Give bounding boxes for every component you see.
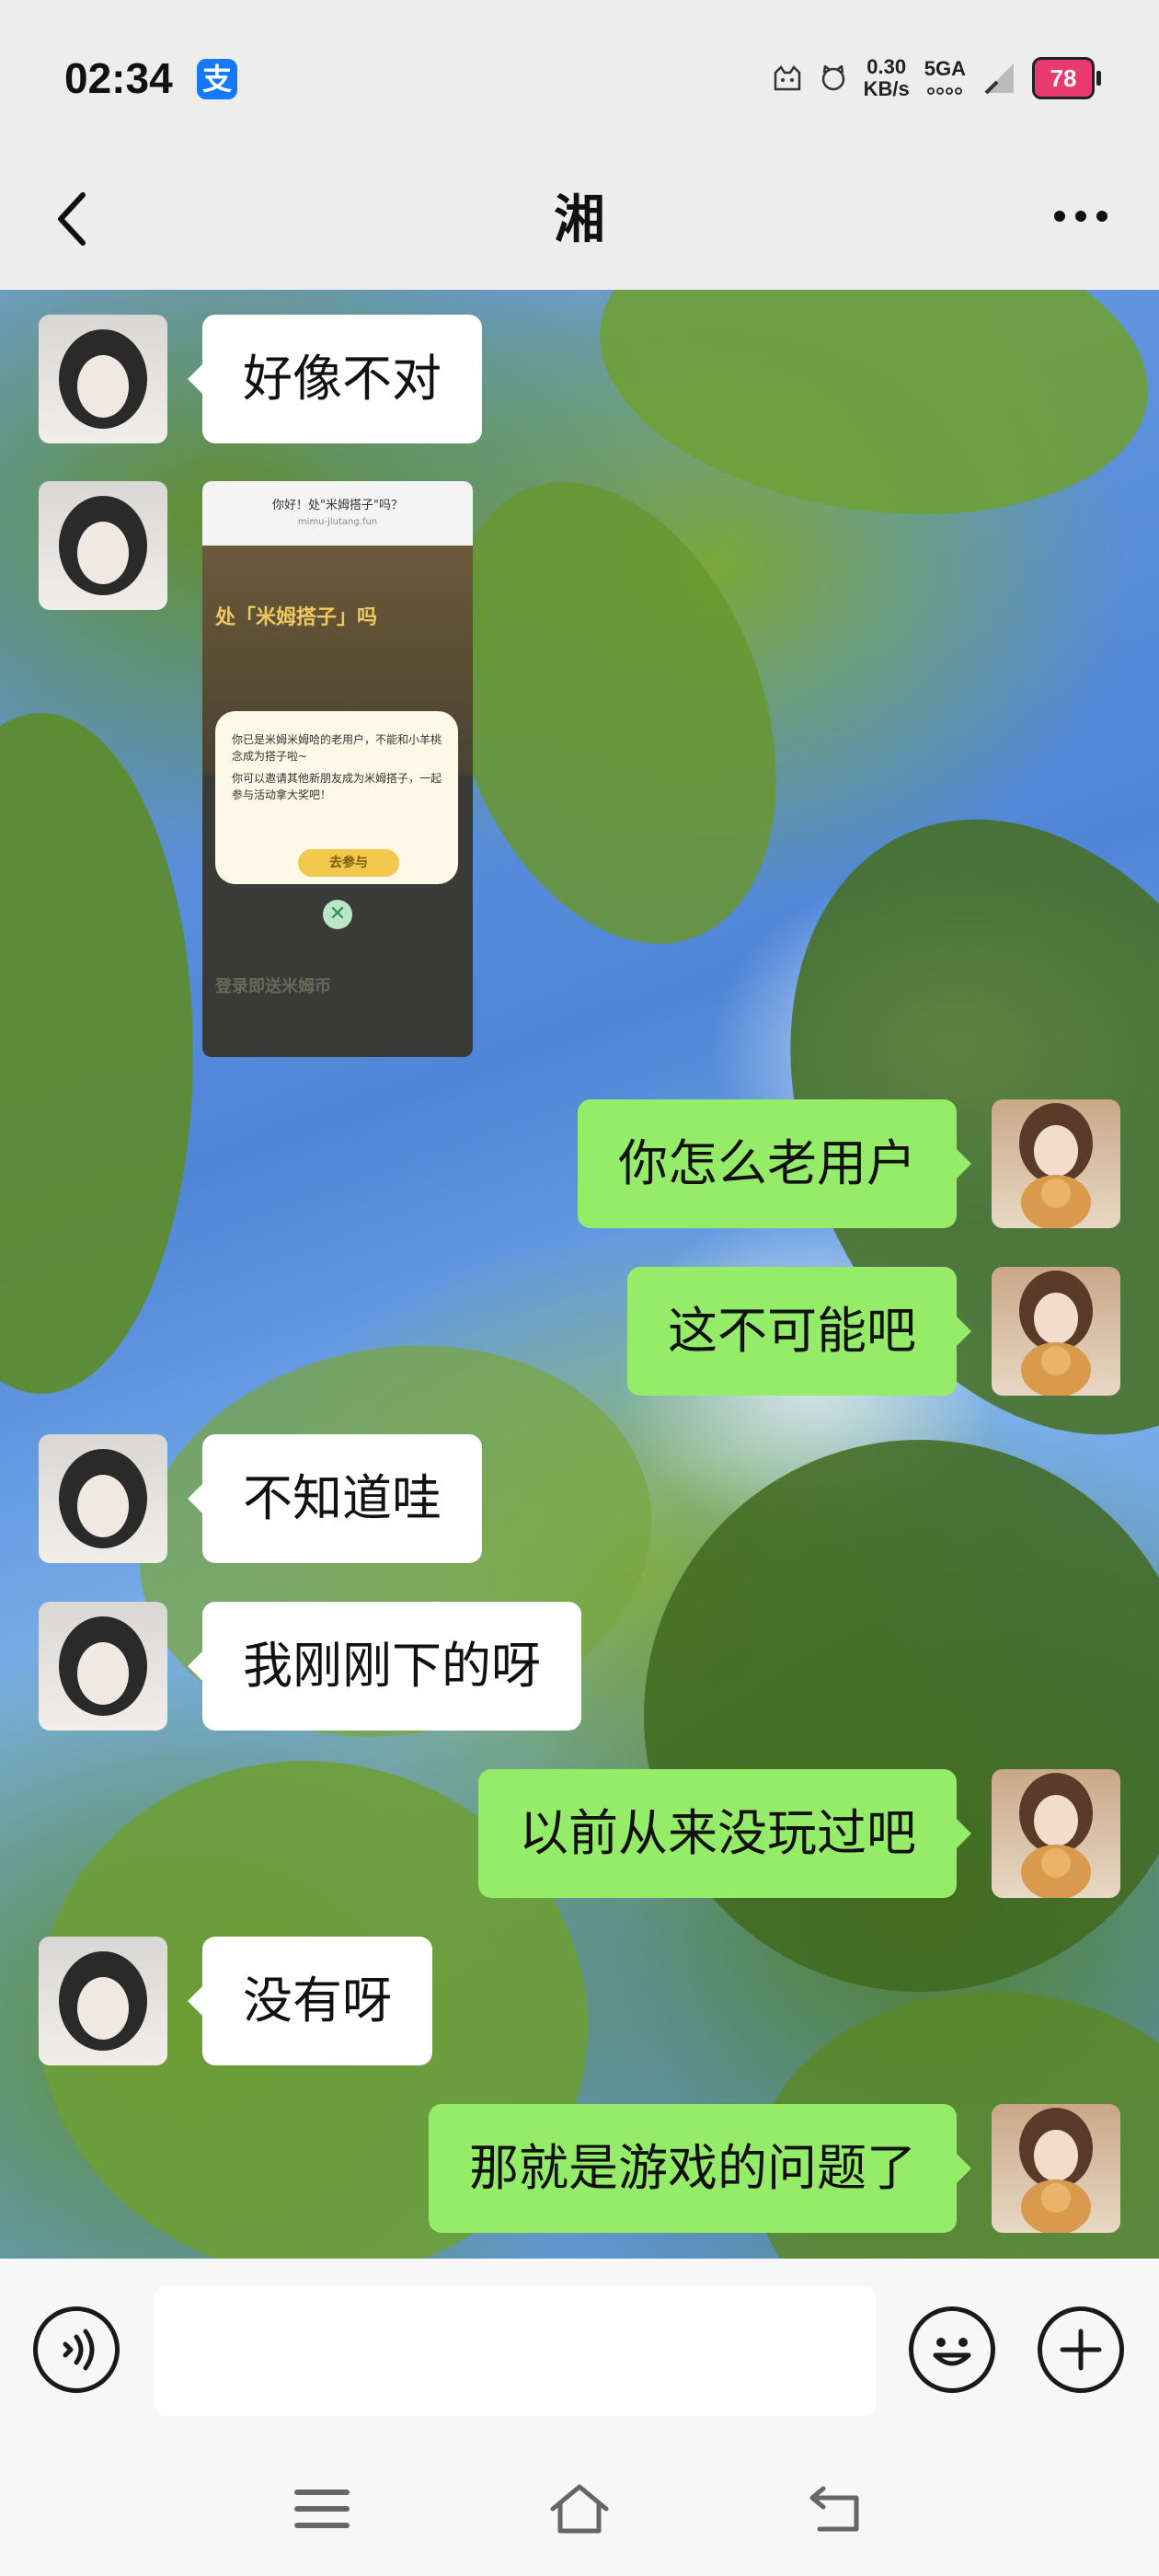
- message-bubble-incoming[interactable]: 我刚刚下的呀: [188, 1602, 581, 1731]
- screenshot-dialog: 你已是米姆米姆哈的老用户，不能和小羊桃念成为搭子啦~ 你可以邀请其他新朋友成为米…: [215, 711, 458, 884]
- network-speed: 0.30 KB/s: [864, 56, 910, 100]
- menu-icon[interactable]: [290, 2479, 354, 2538]
- message-row: 那就是游戏的问题了: [0, 2104, 1159, 2233]
- input-bar: [0, 2259, 1159, 2443]
- screenshot-dialog-line2: 你可以邀请其他新朋友成为米姆搭子，一起参与活动拿大奖吧！: [232, 772, 442, 801]
- message-bubble-incoming[interactable]: 不知道哇: [188, 1434, 482, 1563]
- status-right-group: 0.30 KB/s 5GA 78: [772, 51, 1101, 106]
- message-row: 你好！处"米姆搭子"吗？ mimu-jiutang.fun 处「米姆搭子」吗 你…: [0, 290, 1159, 1118]
- status-time: 02:34: [64, 54, 173, 102]
- more-options-icon[interactable]: [1049, 193, 1113, 239]
- signal-group: 5GA: [924, 58, 966, 98]
- message-row: 不知道哇: [0, 1434, 1159, 1563]
- screenshot-join-button: 去参与: [298, 849, 399, 877]
- screenshot-bottom-text: 登录即送米姆币: [215, 977, 331, 996]
- self-avatar[interactable]: [992, 1267, 1120, 1396]
- self-avatar[interactable]: [992, 2104, 1120, 2233]
- message-bubble-outgoing[interactable]: 那就是游戏的问题了: [429, 2104, 971, 2233]
- screenshot-top-title: 你好！处"米姆搭子"吗？: [272, 499, 403, 512]
- network-speed-value: 0.30: [866, 55, 907, 78]
- message-input[interactable]: [155, 2287, 876, 2416]
- contact-avatar[interactable]: [39, 1937, 167, 2065]
- screenshot-dialog-line1: 你已是米姆米姆哈的老用户，不能和小羊桃念成为搭子啦~: [232, 733, 442, 763]
- screenshot-topbar: 你好！处"米姆搭子"吗？ mimu-jiutang.fun: [202, 481, 473, 549]
- message-bubble-outgoing[interactable]: 这不可能吧: [627, 1267, 971, 1396]
- message-bubble-incoming[interactable]: 没有呀: [188, 1937, 432, 2065]
- screenshot-top-url: mimu-jiutang.fun: [297, 517, 378, 527]
- self-avatar[interactable]: [992, 1769, 1120, 1898]
- signal-label: 5GA: [924, 57, 966, 80]
- message-bubble-outgoing[interactable]: 以前从来没玩过吧: [478, 1769, 971, 1898]
- message-bubble-outgoing[interactable]: 你怎么老用户: [578, 1099, 971, 1228]
- chat-header: 湘: [0, 156, 1159, 290]
- contact-avatar[interactable]: [39, 1434, 167, 1563]
- status-bar: 02:34 支 0.30 KB/s 5GA 78: [0, 0, 1159, 156]
- cat-notification-icon: [774, 65, 800, 91]
- battery-icon: 78: [1032, 57, 1101, 99]
- message-row: 没有呀: [0, 1937, 1159, 2065]
- cat-face-icon: [821, 65, 844, 91]
- message-row: 以前从来没玩过吧: [0, 1769, 1159, 1898]
- voice-input-icon[interactable]: [33, 2306, 120, 2393]
- plus-icon[interactable]: [1038, 2306, 1124, 2393]
- screenshot-close-icon: ✕: [323, 900, 352, 929]
- alipay-icon: 支: [197, 59, 237, 99]
- signal-strength-icon: [984, 63, 1014, 95]
- contact-avatar[interactable]: [39, 1602, 167, 1731]
- message-row: 你怎么老用户: [0, 1099, 1159, 1228]
- contact-avatar[interactable]: [39, 481, 167, 610]
- message-row: 这不可能吧: [0, 1267, 1159, 1396]
- message-row: 我刚刚下的呀: [0, 1602, 1159, 1731]
- chat-message-list[interactable]: 好像不对 你好！处"米姆搭子"吗？ mimu-jiutang.fun 处「米姆搭…: [0, 290, 1159, 2259]
- image-message-screenshot[interactable]: 你好！处"米姆搭子"吗？ mimu-jiutang.fun 处「米姆搭子」吗 你…: [202, 481, 473, 1057]
- emoji-icon[interactable]: [909, 2306, 995, 2393]
- signal-dots-icon: [927, 87, 963, 95]
- network-speed-unit: KB/s: [863, 77, 910, 100]
- system-nav-bar: [0, 2443, 1159, 2576]
- self-avatar[interactable]: [992, 1099, 1120, 1228]
- back-icon[interactable]: [805, 2479, 869, 2538]
- chat-title: 湘: [554, 190, 605, 250]
- home-icon[interactable]: [547, 2479, 612, 2538]
- screenshot-brand: 处「米姆搭子」吗: [215, 606, 378, 629]
